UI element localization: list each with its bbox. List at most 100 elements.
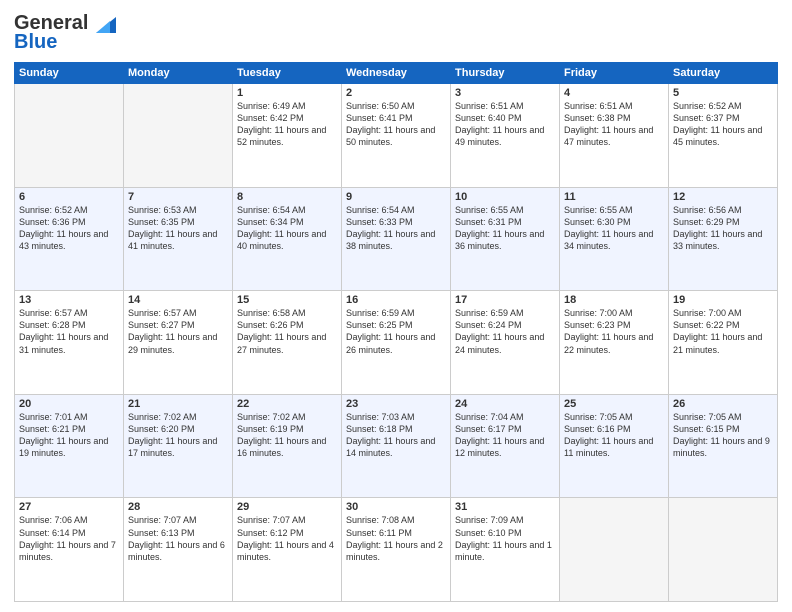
day-info: Sunrise: 6:57 AMSunset: 6:27 PMDaylight:… <box>128 307 228 356</box>
calendar-cell: 12Sunrise: 6:56 AMSunset: 6:29 PMDayligh… <box>669 187 778 291</box>
header: General Blue <box>14 12 778 54</box>
day-number: 2 <box>346 87 446 99</box>
calendar-cell: 11Sunrise: 6:55 AMSunset: 6:30 PMDayligh… <box>560 187 669 291</box>
col-header-monday: Monday <box>124 63 233 84</box>
calendar-cell: 1Sunrise: 6:49 AMSunset: 6:42 PMDaylight… <box>233 84 342 188</box>
day-info: Sunrise: 6:55 AMSunset: 6:31 PMDaylight:… <box>455 204 555 253</box>
calendar-cell: 25Sunrise: 7:05 AMSunset: 6:16 PMDayligh… <box>560 394 669 498</box>
calendar-cell: 29Sunrise: 7:07 AMSunset: 6:12 PMDayligh… <box>233 498 342 602</box>
calendar-cell: 5Sunrise: 6:52 AMSunset: 6:37 PMDaylight… <box>669 84 778 188</box>
calendar-week-row: 20Sunrise: 7:01 AMSunset: 6:21 PMDayligh… <box>15 394 778 498</box>
calendar-cell: 10Sunrise: 6:55 AMSunset: 6:31 PMDayligh… <box>451 187 560 291</box>
day-number: 27 <box>19 501 119 513</box>
day-number: 31 <box>455 501 555 513</box>
calendar-cell: 13Sunrise: 6:57 AMSunset: 6:28 PMDayligh… <box>15 291 124 395</box>
calendar-cell <box>124 84 233 188</box>
day-info: Sunrise: 6:56 AMSunset: 6:29 PMDaylight:… <box>673 204 773 253</box>
day-number: 11 <box>564 191 664 203</box>
day-info: Sunrise: 6:52 AMSunset: 6:36 PMDaylight:… <box>19 204 119 253</box>
calendar-cell: 6Sunrise: 6:52 AMSunset: 6:36 PMDaylight… <box>15 187 124 291</box>
day-info: Sunrise: 6:51 AMSunset: 6:38 PMDaylight:… <box>564 100 664 149</box>
day-number: 7 <box>128 191 228 203</box>
calendar-cell: 30Sunrise: 7:08 AMSunset: 6:11 PMDayligh… <box>342 498 451 602</box>
day-number: 29 <box>237 501 337 513</box>
day-info: Sunrise: 6:59 AMSunset: 6:24 PMDaylight:… <box>455 307 555 356</box>
logo-blue: Blue <box>14 31 57 54</box>
day-number: 28 <box>128 501 228 513</box>
calendar-cell: 15Sunrise: 6:58 AMSunset: 6:26 PMDayligh… <box>233 291 342 395</box>
day-number: 5 <box>673 87 773 99</box>
calendar-cell <box>669 498 778 602</box>
calendar-cell: 21Sunrise: 7:02 AMSunset: 6:20 PMDayligh… <box>124 394 233 498</box>
day-info: Sunrise: 7:05 AMSunset: 6:16 PMDaylight:… <box>564 411 664 460</box>
calendar-week-row: 27Sunrise: 7:06 AMSunset: 6:14 PMDayligh… <box>15 498 778 602</box>
col-header-wednesday: Wednesday <box>342 63 451 84</box>
day-number: 25 <box>564 398 664 410</box>
day-number: 19 <box>673 294 773 306</box>
day-number: 26 <box>673 398 773 410</box>
day-number: 17 <box>455 294 555 306</box>
day-number: 20 <box>19 398 119 410</box>
calendar-cell <box>560 498 669 602</box>
calendar-header-row: SundayMondayTuesdayWednesdayThursdayFrid… <box>15 63 778 84</box>
col-header-friday: Friday <box>560 63 669 84</box>
calendar-cell: 27Sunrise: 7:06 AMSunset: 6:14 PMDayligh… <box>15 498 124 602</box>
day-info: Sunrise: 6:57 AMSunset: 6:28 PMDaylight:… <box>19 307 119 356</box>
logo: General Blue <box>14 12 120 54</box>
day-number: 10 <box>455 191 555 203</box>
logo-icon <box>88 13 120 35</box>
calendar-cell: 14Sunrise: 6:57 AMSunset: 6:27 PMDayligh… <box>124 291 233 395</box>
calendar-cell: 7Sunrise: 6:53 AMSunset: 6:35 PMDaylight… <box>124 187 233 291</box>
day-number: 3 <box>455 87 555 99</box>
day-number: 14 <box>128 294 228 306</box>
day-info: Sunrise: 6:55 AMSunset: 6:30 PMDaylight:… <box>564 204 664 253</box>
calendar-cell: 20Sunrise: 7:01 AMSunset: 6:21 PMDayligh… <box>15 394 124 498</box>
calendar-cell: 8Sunrise: 6:54 AMSunset: 6:34 PMDaylight… <box>233 187 342 291</box>
day-info: Sunrise: 7:04 AMSunset: 6:17 PMDaylight:… <box>455 411 555 460</box>
day-info: Sunrise: 7:01 AMSunset: 6:21 PMDaylight:… <box>19 411 119 460</box>
calendar-cell: 22Sunrise: 7:02 AMSunset: 6:19 PMDayligh… <box>233 394 342 498</box>
calendar-table: SundayMondayTuesdayWednesdayThursdayFrid… <box>14 62 778 602</box>
calendar-cell: 31Sunrise: 7:09 AMSunset: 6:10 PMDayligh… <box>451 498 560 602</box>
calendar-cell: 28Sunrise: 7:07 AMSunset: 6:13 PMDayligh… <box>124 498 233 602</box>
calendar-cell: 23Sunrise: 7:03 AMSunset: 6:18 PMDayligh… <box>342 394 451 498</box>
day-number: 8 <box>237 191 337 203</box>
day-info: Sunrise: 6:51 AMSunset: 6:40 PMDaylight:… <box>455 100 555 149</box>
day-number: 21 <box>128 398 228 410</box>
col-header-tuesday: Tuesday <box>233 63 342 84</box>
day-info: Sunrise: 6:54 AMSunset: 6:33 PMDaylight:… <box>346 204 446 253</box>
calendar-cell: 3Sunrise: 6:51 AMSunset: 6:40 PMDaylight… <box>451 84 560 188</box>
day-info: Sunrise: 7:07 AMSunset: 6:12 PMDaylight:… <box>237 514 337 563</box>
day-info: Sunrise: 7:05 AMSunset: 6:15 PMDaylight:… <box>673 411 773 460</box>
calendar-cell: 19Sunrise: 7:00 AMSunset: 6:22 PMDayligh… <box>669 291 778 395</box>
day-info: Sunrise: 7:02 AMSunset: 6:20 PMDaylight:… <box>128 411 228 460</box>
calendar-cell: 24Sunrise: 7:04 AMSunset: 6:17 PMDayligh… <box>451 394 560 498</box>
calendar-cell: 9Sunrise: 6:54 AMSunset: 6:33 PMDaylight… <box>342 187 451 291</box>
day-info: Sunrise: 7:08 AMSunset: 6:11 PMDaylight:… <box>346 514 446 563</box>
day-number: 23 <box>346 398 446 410</box>
day-info: Sunrise: 6:50 AMSunset: 6:41 PMDaylight:… <box>346 100 446 149</box>
calendar-cell: 18Sunrise: 7:00 AMSunset: 6:23 PMDayligh… <box>560 291 669 395</box>
calendar-cell: 4Sunrise: 6:51 AMSunset: 6:38 PMDaylight… <box>560 84 669 188</box>
day-number: 9 <box>346 191 446 203</box>
calendar-cell <box>15 84 124 188</box>
col-header-sunday: Sunday <box>15 63 124 84</box>
day-number: 18 <box>564 294 664 306</box>
day-info: Sunrise: 6:53 AMSunset: 6:35 PMDaylight:… <box>128 204 228 253</box>
calendar-week-row: 1Sunrise: 6:49 AMSunset: 6:42 PMDaylight… <box>15 84 778 188</box>
calendar-week-row: 13Sunrise: 6:57 AMSunset: 6:28 PMDayligh… <box>15 291 778 395</box>
day-number: 1 <box>237 87 337 99</box>
day-info: Sunrise: 6:54 AMSunset: 6:34 PMDaylight:… <box>237 204 337 253</box>
calendar-cell: 16Sunrise: 6:59 AMSunset: 6:25 PMDayligh… <box>342 291 451 395</box>
day-info: Sunrise: 7:09 AMSunset: 6:10 PMDaylight:… <box>455 514 555 563</box>
day-info: Sunrise: 6:49 AMSunset: 6:42 PMDaylight:… <box>237 100 337 149</box>
day-info: Sunrise: 7:07 AMSunset: 6:13 PMDaylight:… <box>128 514 228 563</box>
day-number: 24 <box>455 398 555 410</box>
col-header-saturday: Saturday <box>669 63 778 84</box>
col-header-thursday: Thursday <box>451 63 560 84</box>
page: General Blue SundayMondayTuesdayWednesda… <box>0 0 792 612</box>
day-number: 30 <box>346 501 446 513</box>
day-info: Sunrise: 6:52 AMSunset: 6:37 PMDaylight:… <box>673 100 773 149</box>
calendar-cell: 26Sunrise: 7:05 AMSunset: 6:15 PMDayligh… <box>669 394 778 498</box>
day-info: Sunrise: 6:58 AMSunset: 6:26 PMDaylight:… <box>237 307 337 356</box>
